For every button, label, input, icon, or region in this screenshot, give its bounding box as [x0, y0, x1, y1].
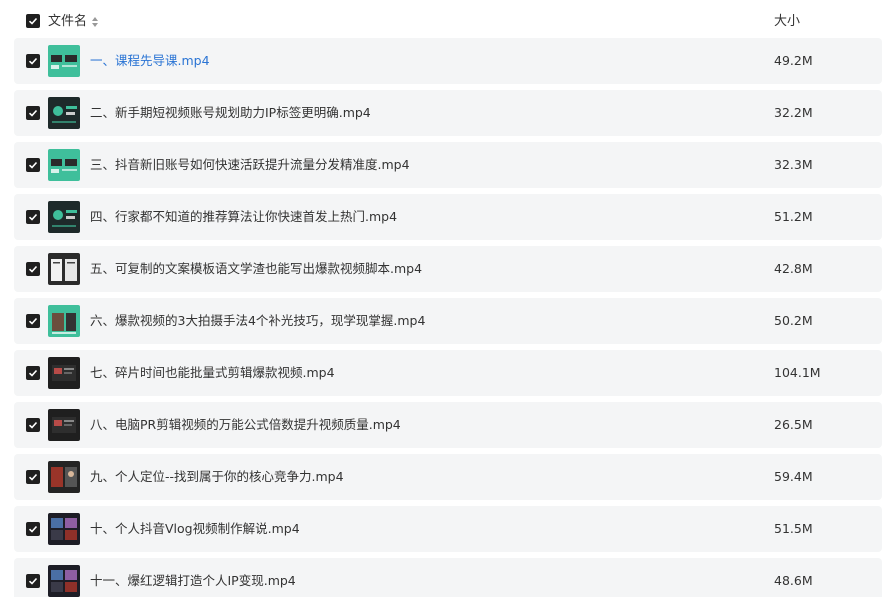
checkmark-icon	[28, 265, 38, 273]
row-checkbox[interactable]	[26, 262, 40, 276]
row-checkbox[interactable]	[26, 210, 40, 224]
checkmark-icon	[28, 317, 38, 325]
video-thumbnail[interactable]	[48, 513, 80, 545]
file-name[interactable]: 四、行家都不知道的推荐算法让你快速首发上热门.mp4	[90, 207, 397, 227]
column-header-size[interactable]: 大小	[774, 12, 800, 32]
file-row[interactable]: 十一、爆红逻辑打造个人IP变现.mp4 48.6M	[14, 558, 882, 597]
file-row[interactable]: 四、行家都不知道的推荐算法让你快速首发上热门.mp4 51.2M	[14, 194, 882, 240]
video-thumbnail[interactable]	[48, 409, 80, 441]
video-thumbnail[interactable]	[48, 45, 80, 77]
file-name[interactable]: 九、个人定位--找到属于你的核心竞争力.mp4	[90, 467, 344, 487]
row-checkbox[interactable]	[26, 574, 40, 588]
file-row[interactable]: 三、抖音新旧账号如何快速活跃提升流量分发精准度.mp4 32.3M	[14, 142, 882, 188]
column-header-name[interactable]: 文件名	[48, 12, 99, 32]
file-name[interactable]: 八、电脑PR剪辑视频的万能公式倍数提升视频质量.mp4	[90, 415, 401, 435]
video-thumbnail[interactable]	[48, 461, 80, 493]
video-thumbnail[interactable]	[48, 565, 80, 597]
checkmark-icon	[28, 369, 38, 377]
video-thumbnail[interactable]	[48, 253, 80, 285]
checkmark-icon	[28, 161, 38, 169]
sort-icon[interactable]	[91, 15, 99, 29]
file-name[interactable]: 一、课程先导课.mp4	[90, 51, 210, 71]
file-list-page: 文件名 大小 一、课程先导课.mp4 49.2M 二、新手期短视频账号规划助力IP标…	[0, 0, 882, 597]
row-checkbox[interactable]	[26, 106, 40, 120]
file-row[interactable]: 一、课程先导课.mp4 49.2M	[14, 38, 882, 84]
row-checkbox[interactable]	[26, 314, 40, 328]
file-name[interactable]: 十、个人抖音Vlog视频制作解说.mp4	[90, 519, 300, 539]
file-row[interactable]: 九、个人定位--找到属于你的核心竞争力.mp4 59.4M	[14, 454, 882, 500]
file-name[interactable]: 五、可复制的文案模板语文学渣也能写出爆款视频脚本.mp4	[90, 259, 422, 279]
file-name[interactable]: 十一、爆红逻辑打造个人IP变现.mp4	[90, 571, 296, 591]
file-size: 26.5M	[774, 417, 813, 432]
row-checkbox[interactable]	[26, 470, 40, 484]
video-thumbnail[interactable]	[48, 305, 80, 337]
file-size: 59.4M	[774, 469, 813, 484]
file-name[interactable]: 六、爆款视频的3大拍摄手法4个补光技巧，现学现掌握.mp4	[90, 311, 425, 331]
checkmark-icon	[28, 213, 38, 221]
file-row[interactable]: 八、电脑PR剪辑视频的万能公式倍数提升视频质量.mp4 26.5M	[14, 402, 882, 448]
file-row[interactable]: 二、新手期短视频账号规划助力IP标签更明确.mp4 32.2M	[14, 90, 882, 136]
checkmark-icon	[28, 473, 38, 481]
checkmark-icon	[28, 109, 38, 117]
file-size: 42.8M	[774, 261, 813, 276]
file-size: 51.5M	[774, 521, 813, 536]
checkmark-icon	[28, 525, 38, 533]
row-checkbox[interactable]	[26, 418, 40, 432]
file-name[interactable]: 二、新手期短视频账号规划助力IP标签更明确.mp4	[90, 103, 371, 123]
file-size: 49.2M	[774, 53, 813, 68]
video-thumbnail[interactable]	[48, 149, 80, 181]
file-size: 51.2M	[774, 209, 813, 224]
row-checkbox[interactable]	[26, 158, 40, 172]
file-row[interactable]: 七、碎片时间也能批量式剪辑爆款视频.mp4 104.1M	[14, 350, 882, 396]
row-checkbox[interactable]	[26, 54, 40, 68]
select-all-checkbox[interactable]	[26, 14, 40, 28]
row-checkbox[interactable]	[26, 522, 40, 536]
row-checkbox[interactable]	[26, 366, 40, 380]
video-thumbnail[interactable]	[48, 97, 80, 129]
file-size: 48.6M	[774, 573, 813, 588]
checkmark-icon	[28, 421, 38, 429]
file-size: 50.2M	[774, 313, 813, 328]
video-thumbnail[interactable]	[48, 357, 80, 389]
file-row[interactable]: 五、可复制的文案模板语文学渣也能写出爆款视频脚本.mp4 42.8M	[14, 246, 882, 292]
checkmark-icon	[28, 57, 38, 65]
checkmark-icon	[28, 577, 38, 585]
file-row[interactable]: 十、个人抖音Vlog视频制作解说.mp4 51.5M	[14, 506, 882, 552]
column-header-name-label: 文件名	[48, 14, 88, 29]
file-size: 32.2M	[774, 105, 813, 120]
file-name[interactable]: 七、碎片时间也能批量式剪辑爆款视频.mp4	[90, 363, 335, 383]
file-row[interactable]: 六、爆款视频的3大拍摄手法4个补光技巧，现学现掌握.mp4 50.2M	[14, 298, 882, 344]
file-name[interactable]: 三、抖音新旧账号如何快速活跃提升流量分发精准度.mp4	[90, 155, 410, 175]
file-size: 32.3M	[774, 157, 813, 172]
file-size: 104.1M	[774, 365, 821, 380]
video-thumbnail[interactable]	[48, 201, 80, 233]
